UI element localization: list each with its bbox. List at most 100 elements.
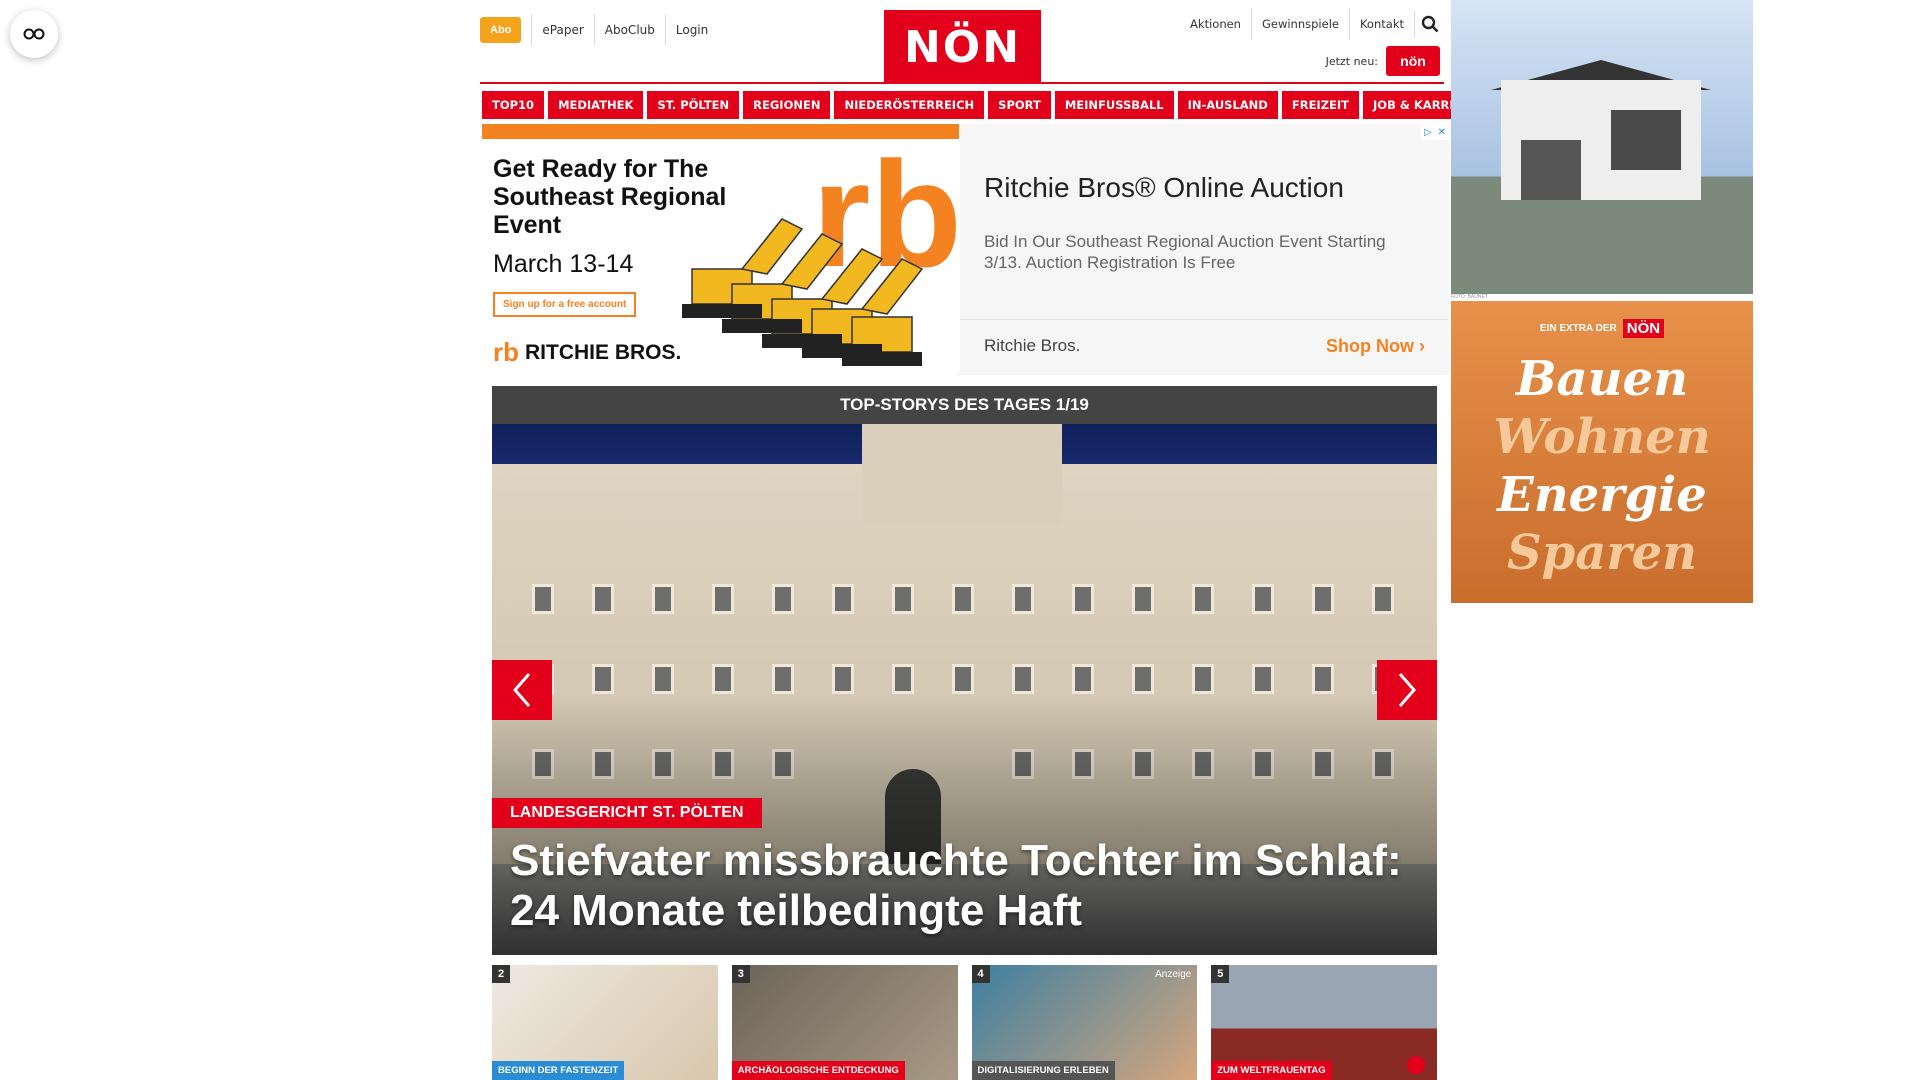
thumb-number: 3 (731, 965, 750, 983)
site-logo[interactable]: NÖN (884, 10, 1041, 84)
top-left-links: Abo ePaper AboClub Login (480, 14, 718, 46)
prev-story-button[interactable] (492, 660, 552, 720)
window (1072, 664, 1094, 694)
ad-headline: Get Ready for The Southeast Regional Eve… (493, 155, 727, 239)
window (892, 664, 914, 694)
gewinnspiele-link[interactable]: Gewinnspiele (1250, 8, 1349, 40)
hero-story[interactable]: LANDESGERICHT ST. PÖLTEN Stiefvater miss… (492, 424, 1437, 955)
display-ad[interactable]: rb Get Ready for The Southeast Regional … (482, 124, 1449, 375)
bauen-line: Energie (1497, 467, 1707, 523)
window (592, 584, 614, 614)
instagram-icon (1407, 1056, 1425, 1074)
ad-description: Bid In Our Southeast Regional Auction Ev… (984, 232, 1386, 272)
nav-item-top10[interactable]: TOP10 (482, 91, 545, 119)
window (1012, 664, 1034, 694)
ad-date: March 13-14 (493, 250, 634, 278)
window (952, 664, 974, 694)
window (1312, 664, 1334, 694)
top-stories-bar: TOP-STORYS DES TAGES 1/19 (492, 386, 1437, 424)
chevron-left-icon (513, 673, 531, 707)
extra-label-row: EIN EXTRA DER NÖN (1451, 319, 1753, 338)
chevron-right-icon (1398, 673, 1416, 707)
ad-choices[interactable]: ▷ ✕ (1421, 124, 1449, 140)
window (832, 664, 854, 694)
nav-item-regionen[interactable]: REGIONEN (743, 91, 831, 119)
ad-text-panel[interactable]: ▷ ✕ Ritchie Bros® Online Auction Bid In … (960, 124, 1449, 375)
window (1012, 584, 1034, 614)
aktionen-link[interactable]: Aktionen (1180, 8, 1251, 40)
sidebar-house-ad[interactable] (1451, 0, 1753, 294)
story-thumb[interactable]: 5 ZUM WELTFRAUENTAG (1211, 965, 1437, 1080)
window (832, 584, 854, 614)
ad-shop-label: Shop Now (1325, 336, 1414, 356)
hero-kicker[interactable]: LANDESGERICHT ST. PÖLTEN (492, 798, 762, 828)
story-thumbnails: 2 BEGINN DER FASTENZEIT 3 ARCHÄOLOGISCHE… (492, 965, 1437, 1080)
nav-item-in-ausland[interactable]: IN-AUSLAND (1177, 91, 1278, 119)
kontakt-link[interactable]: Kontakt (1348, 8, 1414, 40)
site-header: Abo ePaper AboClub Login NÖN Aktionen Ge… (480, 0, 1444, 84)
thumb-tag: BEGINN DER FASTENZEIT (492, 1061, 625, 1080)
window (1132, 584, 1154, 614)
house-window (1611, 110, 1681, 170)
abo-button[interactable]: Abo (480, 17, 522, 43)
next-story-button[interactable] (1377, 660, 1437, 720)
ad-creative[interactable]: rb Get Ready for The Southeast Regional … (482, 124, 959, 375)
thumb-tag: ARCHÄOLOGISCHE ENTDECKUNG (731, 1061, 905, 1080)
extra-logo: NÖN (1622, 319, 1665, 338)
nav-item-sport[interactable]: SPORT (988, 91, 1051, 119)
window (1372, 584, 1394, 614)
window (712, 664, 734, 694)
window (1192, 664, 1214, 694)
reader-mode-button[interactable] (10, 10, 58, 58)
window (1132, 664, 1154, 694)
jetzt-neu: Jetzt neu: nön (1326, 46, 1440, 76)
thumb-number: 2 (492, 965, 510, 983)
window (1192, 584, 1214, 614)
house-garage (1521, 140, 1581, 200)
nav-item-meinfussball[interactable]: MEINFUSSBALL (1054, 91, 1174, 119)
nav-item-st-poelten[interactable]: ST. PÖLTEN (647, 91, 740, 119)
rb-logo-icon: rb (493, 337, 519, 367)
story-thumb[interactable]: 3 ARCHÄOLOGISCHE ENTDECKUNG (731, 965, 958, 1080)
search-icon (1421, 15, 1438, 33)
window (952, 584, 974, 614)
window (712, 584, 734, 614)
hero-headline[interactable]: Stiefvater missbrauchte Tochter im Schla… (510, 836, 1430, 936)
extra-label: EIN EXTRA DER (1539, 323, 1617, 334)
nav-item-freizeit[interactable]: FREIZEIT (1281, 91, 1360, 119)
ad-signup-button[interactable]: Sign up for a free account (493, 292, 637, 317)
thumb-ad-label: Anzeige (1155, 969, 1192, 980)
jetzt-badge[interactable]: nön (1386, 46, 1440, 76)
ad-title[interactable]: Ritchie Bros® Online Auction (984, 172, 1344, 204)
story-thumb[interactable]: 2 BEGINN DER FASTENZEIT (492, 965, 718, 1080)
thumb-tag: DIGITALISIERUNG ERLEBEN (971, 1061, 1115, 1080)
hero-tower (862, 424, 1062, 524)
story-thumb[interactable]: 4 Anzeige DIGITALISIERUNG ERLEBEN (971, 965, 1198, 1080)
page: Abo ePaper AboClub Login NÖN Aktionen Ge… (0, 0, 1920, 1080)
window (772, 664, 794, 694)
window (652, 664, 674, 694)
house-caption: FOTO: BAUNET (1451, 294, 1488, 300)
adchoices-icon[interactable]: ▷ (1424, 127, 1432, 138)
window (532, 584, 554, 614)
bauen-line: Wohnen (1493, 409, 1711, 465)
top-right-links: Aktionen Gewinnspiele Kontakt (1180, 8, 1444, 40)
ad-close-icon[interactable]: ✕ (1438, 127, 1446, 138)
login-link[interactable]: Login (664, 14, 718, 46)
window (652, 584, 674, 614)
nav-item-mediathek[interactable]: MEDIATHEK (548, 91, 644, 119)
aboclub-link[interactable]: AboClub (593, 14, 665, 46)
window (772, 584, 794, 614)
ad-shop-now-button[interactable]: Shop Now › (1326, 336, 1425, 357)
epaper-link[interactable]: ePaper (531, 14, 593, 46)
ad-brand-name: RITCHIE BROS. (525, 340, 682, 364)
thumb-tag: ZUM WELTFRAUENTAG (1211, 1061, 1332, 1080)
window (592, 664, 614, 694)
nav-item-niederoesterreich[interactable]: NIEDERÖSTERREICH (834, 91, 985, 119)
main-nav: TOP10 MEDIATHEK ST. PÖLTEN REGIONEN NIED… (482, 91, 1489, 119)
sidebar-bauen-ad[interactable]: EIN EXTRA DER NÖN Bauen Wohnen Energie S… (1451, 301, 1753, 603)
ad-brand: rb RITCHIE BROS. (493, 337, 681, 368)
search-button[interactable] (1414, 10, 1444, 38)
header-divider (480, 82, 1444, 84)
thumb-number: 5 (1211, 965, 1230, 983)
